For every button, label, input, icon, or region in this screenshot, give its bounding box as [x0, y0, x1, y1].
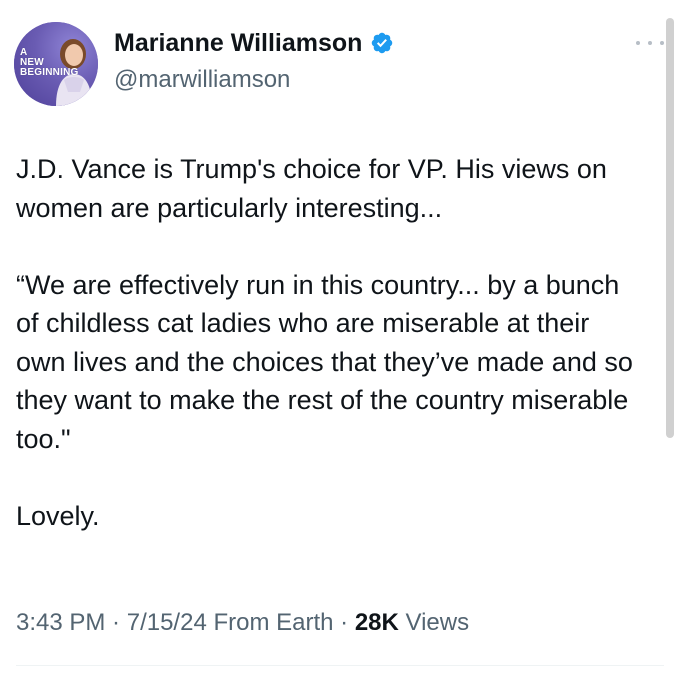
meta-separator: ·	[105, 609, 127, 636]
tweet-date[interactable]: 7/15/24	[127, 609, 207, 636]
tweet-text: J.D. Vance is Trump's choice for VP. His…	[16, 154, 633, 531]
more-dot	[636, 41, 640, 45]
tweet-source: From Earth	[206, 609, 334, 636]
more-dot	[660, 41, 664, 45]
avatar-badge-text: A NEW BEGINNING	[20, 48, 78, 78]
more-options-icon[interactable]	[636, 35, 664, 51]
views-count[interactable]: 28K	[355, 609, 399, 636]
verified-badge-icon[interactable]	[370, 31, 394, 55]
more-dot	[648, 41, 652, 45]
views-label: Views	[398, 609, 470, 636]
scrollbar[interactable]	[666, 18, 674, 438]
tweet-meta: 3:43 PM · 7/15/24 From Earth · 28K Views	[16, 608, 469, 638]
tweet-time[interactable]: 3:43 PM	[16, 609, 105, 636]
divider	[16, 665, 664, 666]
avatar-badge-line: BEGINNING	[20, 67, 79, 78]
author-name-row: Marianne Williamson	[114, 28, 394, 58]
author-display-name[interactable]: Marianne Williamson	[114, 28, 362, 58]
author-handle[interactable]: @marwilliamson	[114, 66, 290, 94]
avatar[interactable]: A NEW BEGINNING	[14, 22, 98, 106]
meta-separator: ·	[333, 609, 355, 636]
